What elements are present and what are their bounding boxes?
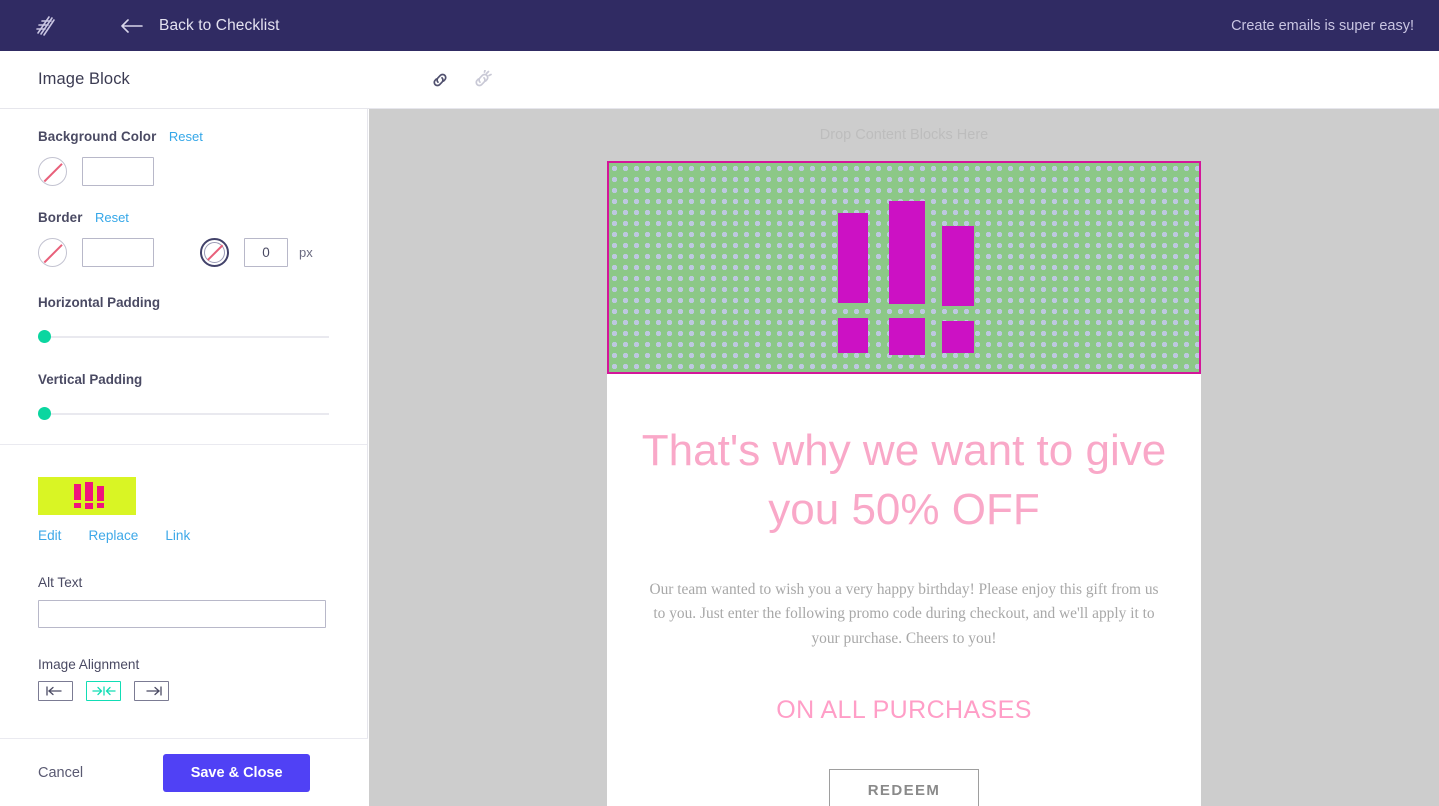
alt-text-input[interactable] [38, 600, 326, 628]
selected-image-block[interactable] [607, 161, 1201, 374]
page-title: Image Block [38, 70, 130, 88]
border-label: Border [38, 210, 83, 225]
background-color-input[interactable] [82, 157, 154, 186]
border-reset-link[interactable]: Reset [95, 210, 129, 225]
redeem-button[interactable]: REDEEM [829, 768, 979, 806]
border-color-swatch[interactable] [38, 238, 67, 267]
hatch-logo-icon[interactable] [29, 11, 59, 41]
block-toolbar [381, 51, 492, 109]
link-image-link[interactable]: Link [165, 528, 190, 543]
email-canvas[interactable]: Drop Content Blocks Here That's why we w… [369, 109, 1439, 806]
unlink-icon[interactable] [472, 70, 492, 90]
alt-text-label: Alt Text [38, 575, 83, 590]
border-width-input[interactable] [244, 238, 288, 267]
horizontal-padding-label: Horizontal Padding [38, 295, 160, 310]
vertical-padding-label: Vertical Padding [38, 372, 143, 387]
cancel-button[interactable]: Cancel [38, 765, 83, 781]
background-color-reset-link[interactable]: Reset [169, 129, 203, 144]
align-left-button[interactable] [38, 681, 73, 701]
email-cta-wrapper: REDEEM [607, 768, 1201, 806]
panel-footer: Cancel Save & Close [0, 738, 368, 806]
slider-handle[interactable] [38, 330, 51, 343]
panel-header: Image Block [0, 51, 1439, 109]
horizontal-padding-section: Horizontal Padding [0, 294, 367, 344]
slider-handle[interactable] [38, 407, 51, 420]
image-section: Edit Replace Link Alt Text Image Alignme… [0, 477, 367, 701]
image-action-links: Edit Replace Link [38, 528, 329, 543]
background-color-swatch[interactable] [38, 157, 67, 186]
slider-track [38, 413, 329, 415]
arrow-left-icon[interactable] [121, 18, 143, 33]
image-alignment-label: Image Alignment [38, 657, 140, 672]
save-and-close-button[interactable]: Save & Close [163, 753, 311, 792]
section-divider [0, 444, 367, 445]
image-block-settings-panel: Background Color Reset Border Reset px H… [0, 109, 368, 806]
link-icon[interactable] [430, 70, 450, 90]
border-section: Border Reset px [0, 209, 367, 267]
email-subheadline: ON ALL PURCHASES [776, 695, 1032, 724]
replace-image-link[interactable]: Replace [88, 528, 138, 543]
top-navigation-bar: Back to Checklist Create emails is super… [0, 0, 1439, 51]
background-color-section: Background Color Reset [0, 109, 367, 186]
align-center-button[interactable] [86, 681, 121, 701]
vertical-padding-section: Vertical Padding [0, 371, 367, 421]
border-style-swatch[interactable] [200, 238, 229, 267]
background-color-label: Background Color [38, 129, 157, 144]
image-thumbnail[interactable] [38, 477, 136, 515]
email-headline: That's why we want to give you 50% OFF [641, 426, 1167, 534]
edit-image-link[interactable]: Edit [38, 528, 61, 543]
drop-content-hint: Drop Content Blocks Here [819, 127, 989, 143]
horizontal-padding-slider[interactable] [38, 330, 329, 344]
border-width-unit-label: px [299, 245, 313, 260]
hamburger-menu-icon[interactable] [381, 77, 408, 84]
email-body-text: Our team wanted to wish you a very happy… [649, 580, 1159, 647]
back-to-checklist-link[interactable]: Back to Checklist [159, 17, 280, 35]
vertical-padding-slider[interactable] [38, 407, 329, 421]
border-color-input[interactable] [82, 238, 154, 267]
image-alignment-group [38, 681, 329, 701]
slider-track [38, 336, 329, 338]
align-right-button[interactable] [134, 681, 169, 701]
email-preview: That's why we want to give you 50% OFF O… [607, 161, 1201, 806]
tagline-text: Create emails is super easy! [1231, 17, 1414, 34]
